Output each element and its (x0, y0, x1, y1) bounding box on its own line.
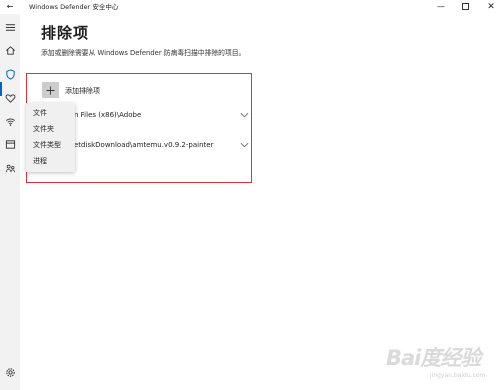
chevron-down-icon[interactable] (240, 142, 249, 148)
title-bar: ← Windows Defender 安全中心 — ✕ (0, 0, 500, 14)
watermark-logo: Bai度经验 (386, 346, 481, 370)
page-description: 添加或删除需要从 Windows Defender 防病毒扫描中排除的项目。 (41, 49, 246, 57)
close-button[interactable]: ✕ (486, 0, 496, 14)
page-title: 排除项 (41, 24, 90, 42)
add-exclusion-button[interactable] (42, 82, 59, 98)
watermark: Bai度经验 jingyan.baidu.com (378, 342, 494, 386)
menu-item-file[interactable]: 文件 (33, 106, 73, 120)
add-exclusion-label[interactable]: 添加排除项 (65, 86, 100, 96)
home-icon[interactable] (4, 44, 16, 56)
minimize-button[interactable]: — (434, 0, 448, 14)
shield-icon[interactable] (4, 68, 16, 80)
menu-item-file-type[interactable]: 文件类型 (33, 138, 73, 152)
watermark-url: jingyan.baidu.com (430, 372, 486, 379)
maximize-button[interactable] (462, 3, 469, 10)
window-title: Windows Defender 安全中心 (29, 3, 119, 11)
exclusion-path: n Files (x86)\Adobe (74, 111, 142, 119)
wifi-icon[interactable] (4, 115, 16, 127)
chevron-down-icon[interactable] (240, 112, 249, 118)
exclusion-type-menu: 文件 文件夹 文件类型 进程 (26, 103, 75, 172)
menu-item-folder[interactable]: 文件夹 (33, 122, 73, 136)
sidebar (0, 14, 20, 390)
settings-gear-icon[interactable] (4, 366, 16, 378)
hamburger-menu-icon[interactable] (4, 21, 16, 33)
active-indicator (0, 82, 2, 96)
exclusion-path: etdiskDownload\amtemu.v0.9.2-painter (74, 141, 214, 149)
family-icon[interactable] (4, 162, 16, 174)
back-button[interactable]: ← (5, 0, 15, 14)
plus-icon (46, 85, 55, 95)
browser-window-icon[interactable] (4, 138, 16, 150)
menu-item-process[interactable]: 进程 (33, 154, 73, 168)
heart-icon[interactable] (4, 92, 16, 104)
